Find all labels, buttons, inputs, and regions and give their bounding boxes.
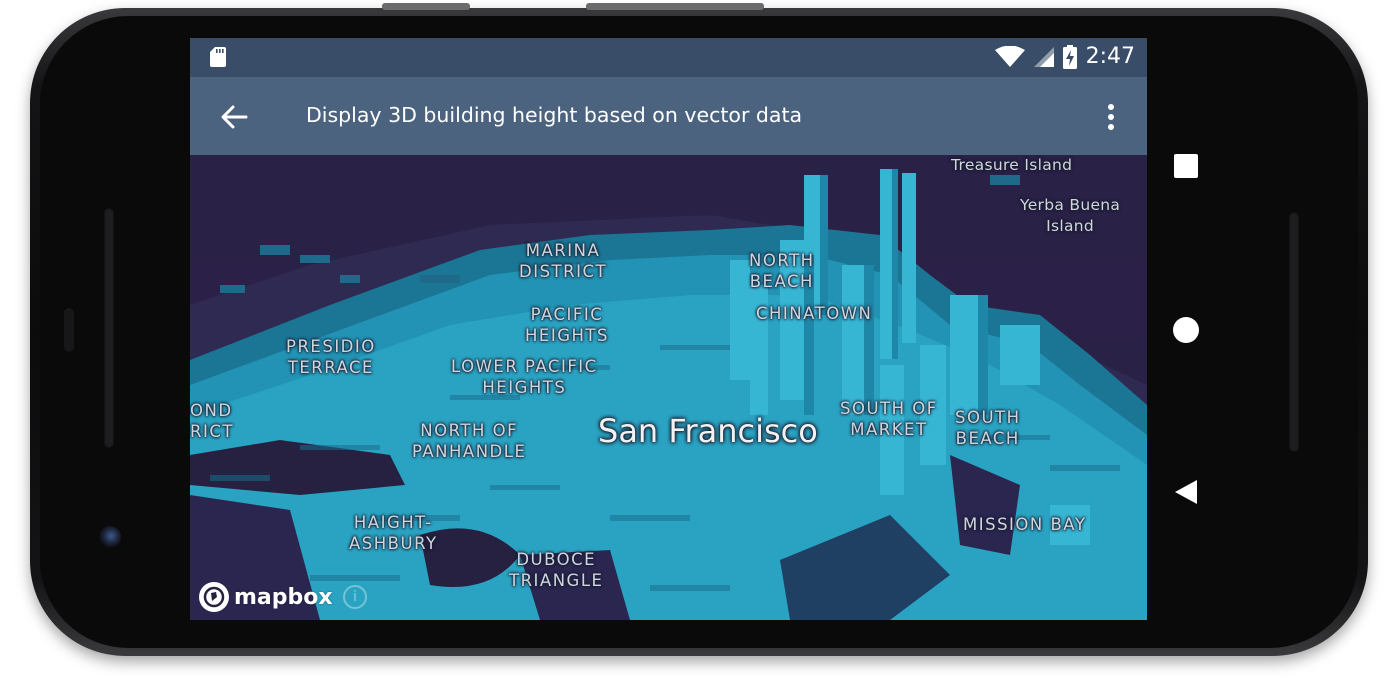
- app-toolbar: Display 3D building height based on vect…: [190, 77, 1147, 155]
- label-yerba-buena-island: Yerba Buena Island: [1020, 196, 1121, 235]
- label-treasure-island: Treasure Island: [951, 156, 1073, 174]
- label-north-beach: NORTH BEACH: [749, 251, 815, 291]
- proximity-sensor: [64, 308, 74, 352]
- back-triangle-icon: [1175, 480, 1197, 504]
- label-haight-ashbury: HAIGHT- ASHBURY: [349, 513, 438, 553]
- label-duboce-triangle: DUBOCE TRIANGLE: [509, 550, 604, 590]
- clock: 2:47: [1085, 44, 1135, 69]
- home-button[interactable]: [1160, 304, 1212, 356]
- front-speaker-left: [104, 208, 114, 448]
- map-view[interactable]: Treasure Island Yerba Buena Island MARIN…: [190, 155, 1147, 620]
- navigation-bar: [1160, 140, 1212, 520]
- attribution-info-button[interactable]: i: [343, 585, 367, 609]
- label-south-of-market: SOUTH OF MARKET: [840, 399, 938, 439]
- recents-button[interactable]: [1160, 140, 1212, 192]
- sd-card-icon: [210, 47, 226, 67]
- label-north-of-panhandle: NORTH OF PANHANDLE: [412, 421, 527, 461]
- label-presidio-terrace: PRESIDIO TERRACE: [286, 337, 376, 377]
- power-button: [586, 3, 764, 10]
- label-mission-bay: MISSION BAY: [963, 515, 1087, 534]
- front-camera: [99, 526, 121, 548]
- recents-square-icon: [1174, 154, 1198, 178]
- more-vertical-icon[interactable]: [1095, 101, 1127, 133]
- home-circle-icon: [1173, 317, 1199, 343]
- label-lower-pacific-heights: LOWER PACIFIC HEIGHTS: [451, 357, 598, 397]
- label-marina-district: MARINA DISTRICT: [519, 241, 608, 281]
- status-icons: 2:47: [994, 44, 1135, 69]
- wifi-icon: [994, 45, 1025, 67]
- battery-charging-icon: [1062, 44, 1077, 69]
- front-speaker-right: [1289, 212, 1299, 452]
- nav-back-button[interactable]: [1160, 466, 1212, 518]
- label-chinatown: CHINATOWN: [756, 304, 873, 323]
- map-3d-buildings-layer: [190, 169, 1147, 620]
- status-bar: 2:47: [190, 38, 1147, 77]
- device-screen: 2:47 Display 3D building height based on…: [190, 38, 1147, 620]
- arrow-back-icon[interactable]: [216, 99, 252, 135]
- volume-button: [382, 3, 470, 10]
- mapbox-logo-text: mapbox: [234, 584, 333, 610]
- toolbar-title: Display 3D building height based on vect…: [306, 103, 803, 127]
- label-richmond-district: OND RICT: [190, 401, 234, 441]
- mapbox-logo[interactable]: mapbox: [198, 581, 333, 613]
- label-pacific-heights: PACIFIC HEIGHTS: [525, 305, 609, 345]
- label-south-beach: SOUTH BEACH: [955, 408, 1021, 448]
- mapbox-logo-icon: [199, 582, 229, 612]
- city-label-san-francisco: San Francisco: [598, 412, 818, 450]
- signal-icon: [1033, 46, 1054, 67]
